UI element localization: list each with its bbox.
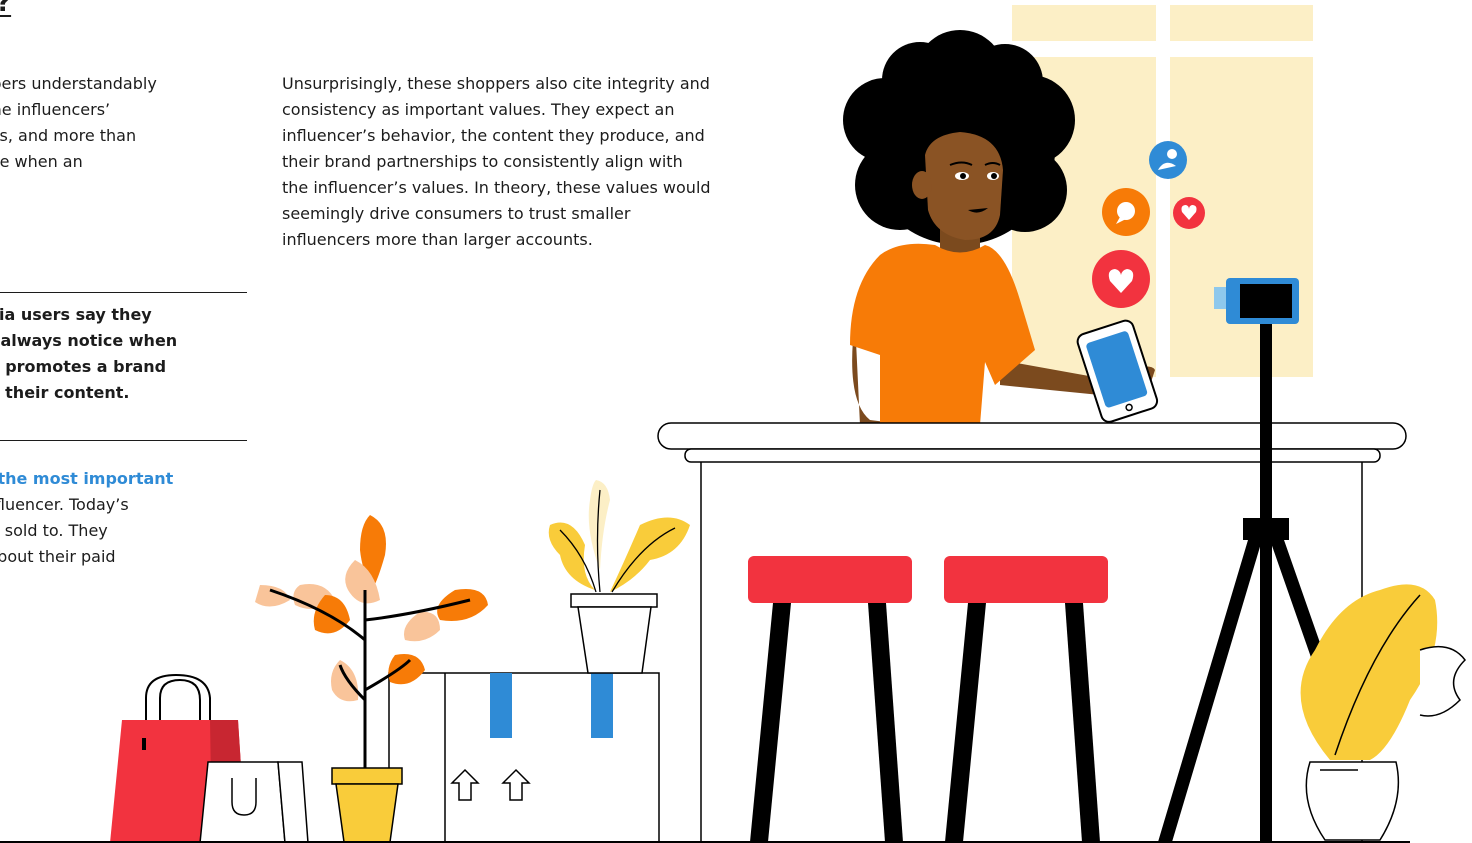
potted-plant-right: [1300, 584, 1466, 841]
potted-plant-small: [548, 480, 690, 674]
shopping-bag-white: [199, 761, 309, 843]
heart-icon: [1092, 250, 1150, 308]
stool: [944, 556, 1108, 842]
shipping-boxes: [388, 672, 660, 843]
heart-icon: [1173, 197, 1205, 229]
influencer-illustration: [0, 5, 1466, 843]
stool: [748, 556, 912, 842]
chat-icon: [1102, 188, 1150, 236]
user-icon: [1149, 141, 1187, 179]
